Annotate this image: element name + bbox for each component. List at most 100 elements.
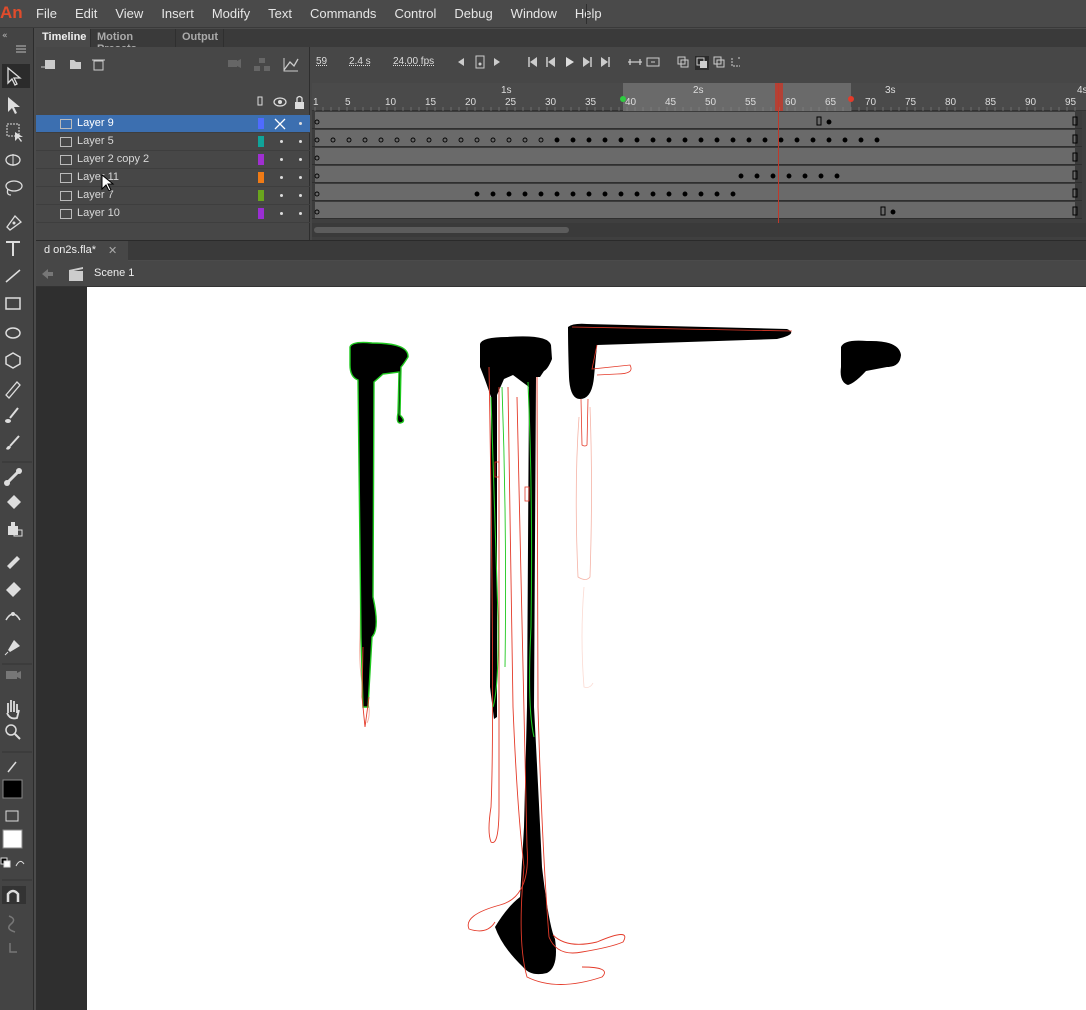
lock-dot-icon[interactable] [299, 140, 302, 143]
lock-all-icon[interactable] [295, 95, 304, 110]
keyframe[interactable] [586, 137, 592, 143]
prev-keyframe-icon[interactable] [458, 58, 464, 66]
menu-file[interactable]: File [36, 6, 57, 21]
menu-control[interactable]: Control [394, 6, 436, 21]
keyframe[interactable] [682, 137, 688, 143]
keyframe[interactable] [818, 173, 824, 179]
show-all-eye-icon[interactable] [273, 97, 287, 107]
frame-span[interactable] [315, 112, 1075, 128]
loop-icon[interactable] [628, 59, 642, 65]
lasso-icon[interactable] [5, 180, 23, 196]
text-icon[interactable] [6, 241, 20, 256]
layer-color-swatch[interactable] [258, 154, 264, 165]
keyframe[interactable] [506, 191, 512, 197]
visibility-dot-icon[interactable] [280, 194, 283, 197]
keyframe[interactable] [554, 137, 560, 143]
go-to-last-icon[interactable] [601, 57, 610, 67]
menu-window[interactable]: Window [511, 6, 557, 21]
keyframe[interactable] [786, 173, 792, 179]
swap-colors-icon[interactable] [0, 857, 25, 868]
fill-color-icon[interactable] [2, 810, 23, 849]
tab-motion-presets[interactable]: Motion Presets [91, 29, 176, 55]
keyframe[interactable] [730, 191, 736, 197]
scene-label[interactable]: Scene 1 [94, 267, 134, 279]
layer-color-swatch[interactable] [258, 136, 264, 147]
ink-bottle-icon[interactable] [8, 522, 23, 537]
keyframe[interactable] [698, 191, 704, 197]
keyframe[interactable] [474, 191, 480, 197]
drip-blob[interactable] [840, 340, 901, 385]
drip-center[interactable] [467, 336, 626, 985]
lock-dot-icon[interactable] [299, 158, 302, 161]
keyframe[interactable] [666, 137, 672, 143]
layer-row[interactable]: Layer 9 [36, 115, 310, 133]
keyframe[interactable] [810, 137, 816, 143]
keyframe[interactable] [770, 173, 776, 179]
stage[interactable] [87, 287, 1086, 1010]
onion-skin-icon[interactable] [677, 56, 689, 68]
menu-insert[interactable]: Insert [161, 6, 194, 21]
keyframe[interactable] [682, 191, 688, 197]
pen-icon[interactable] [6, 215, 22, 231]
keyframe[interactable] [826, 137, 832, 143]
keyframe[interactable] [746, 137, 752, 143]
layer-row[interactable]: Layer 7 [36, 187, 310, 205]
onion-end-marker[interactable] [848, 96, 854, 102]
keyframe[interactable] [602, 191, 608, 197]
layer-color-swatch[interactable] [258, 118, 264, 129]
layer-name[interactable]: Layer 2 copy 2 [77, 153, 149, 165]
menu-edit[interactable]: Edit [75, 6, 97, 21]
layer-row[interactable]: Layer 10 [36, 205, 310, 223]
keyframe[interactable] [874, 137, 880, 143]
menu-commands[interactable]: Commands [310, 6, 376, 21]
current-time[interactable]: 2.4 s [349, 56, 371, 67]
hidden-x-icon[interactable] [274, 118, 286, 130]
visibility-dot-icon[interactable] [280, 212, 283, 215]
keyframe[interactable] [602, 137, 608, 143]
keyframe[interactable] [570, 191, 576, 197]
polystar-icon[interactable] [5, 352, 21, 369]
frame-span[interactable] [315, 202, 1075, 218]
step-back-icon[interactable] [546, 57, 555, 67]
stroke-color-icon[interactable] [2, 761, 23, 799]
keyframe[interactable] [586, 191, 592, 197]
keyframe[interactable] [842, 137, 848, 143]
layer-color-swatch[interactable] [258, 208, 264, 219]
visibility-dot-icon[interactable] [280, 140, 283, 143]
brush-icon[interactable] [6, 435, 20, 450]
keyframe[interactable] [834, 173, 840, 179]
edit-multiple-frames-icon[interactable] [713, 56, 725, 68]
keyframe[interactable] [802, 173, 808, 179]
keyframe[interactable] [570, 137, 576, 143]
keyframe[interactable] [538, 191, 544, 197]
keyframe[interactable] [730, 137, 736, 143]
playhead-handle[interactable] [775, 83, 783, 111]
layer-color-swatch[interactable] [258, 172, 264, 183]
smooth-icon[interactable] [8, 915, 16, 933]
playhead[interactable] [778, 83, 779, 223]
go-to-first-icon[interactable] [528, 57, 537, 67]
snap-magnet-icon[interactable] [2, 886, 26, 904]
delete-icon[interactable] [92, 59, 105, 71]
outline-all-icon[interactable] [257, 96, 263, 106]
graph-icon[interactable] [283, 58, 299, 72]
modify-markers-icon[interactable] [731, 57, 740, 67]
onion-skin-range[interactable] [623, 83, 851, 111]
eyedropper-icon[interactable] [7, 556, 20, 569]
new-layer-icon[interactable] [41, 60, 55, 69]
keyframe[interactable] [754, 173, 760, 179]
frame-cells[interactable] [312, 111, 1086, 221]
layer-row[interactable]: Layer 11 [36, 169, 310, 187]
camera-icon[interactable] [6, 671, 21, 679]
straighten-icon[interactable] [9, 943, 17, 953]
keyframe[interactable] [698, 137, 704, 143]
visibility-dot-icon[interactable] [280, 176, 283, 179]
menu-text[interactable]: Text [268, 6, 292, 21]
next-keyframe-icon[interactable] [494, 58, 500, 66]
lock-dot-icon[interactable] [299, 194, 302, 197]
keyframe[interactable] [826, 119, 832, 125]
keyframe[interactable] [618, 191, 624, 197]
width-icon[interactable] [5, 612, 21, 621]
frame-rate[interactable]: 24.00 fps [393, 56, 434, 67]
keyframe[interactable] [890, 209, 896, 215]
